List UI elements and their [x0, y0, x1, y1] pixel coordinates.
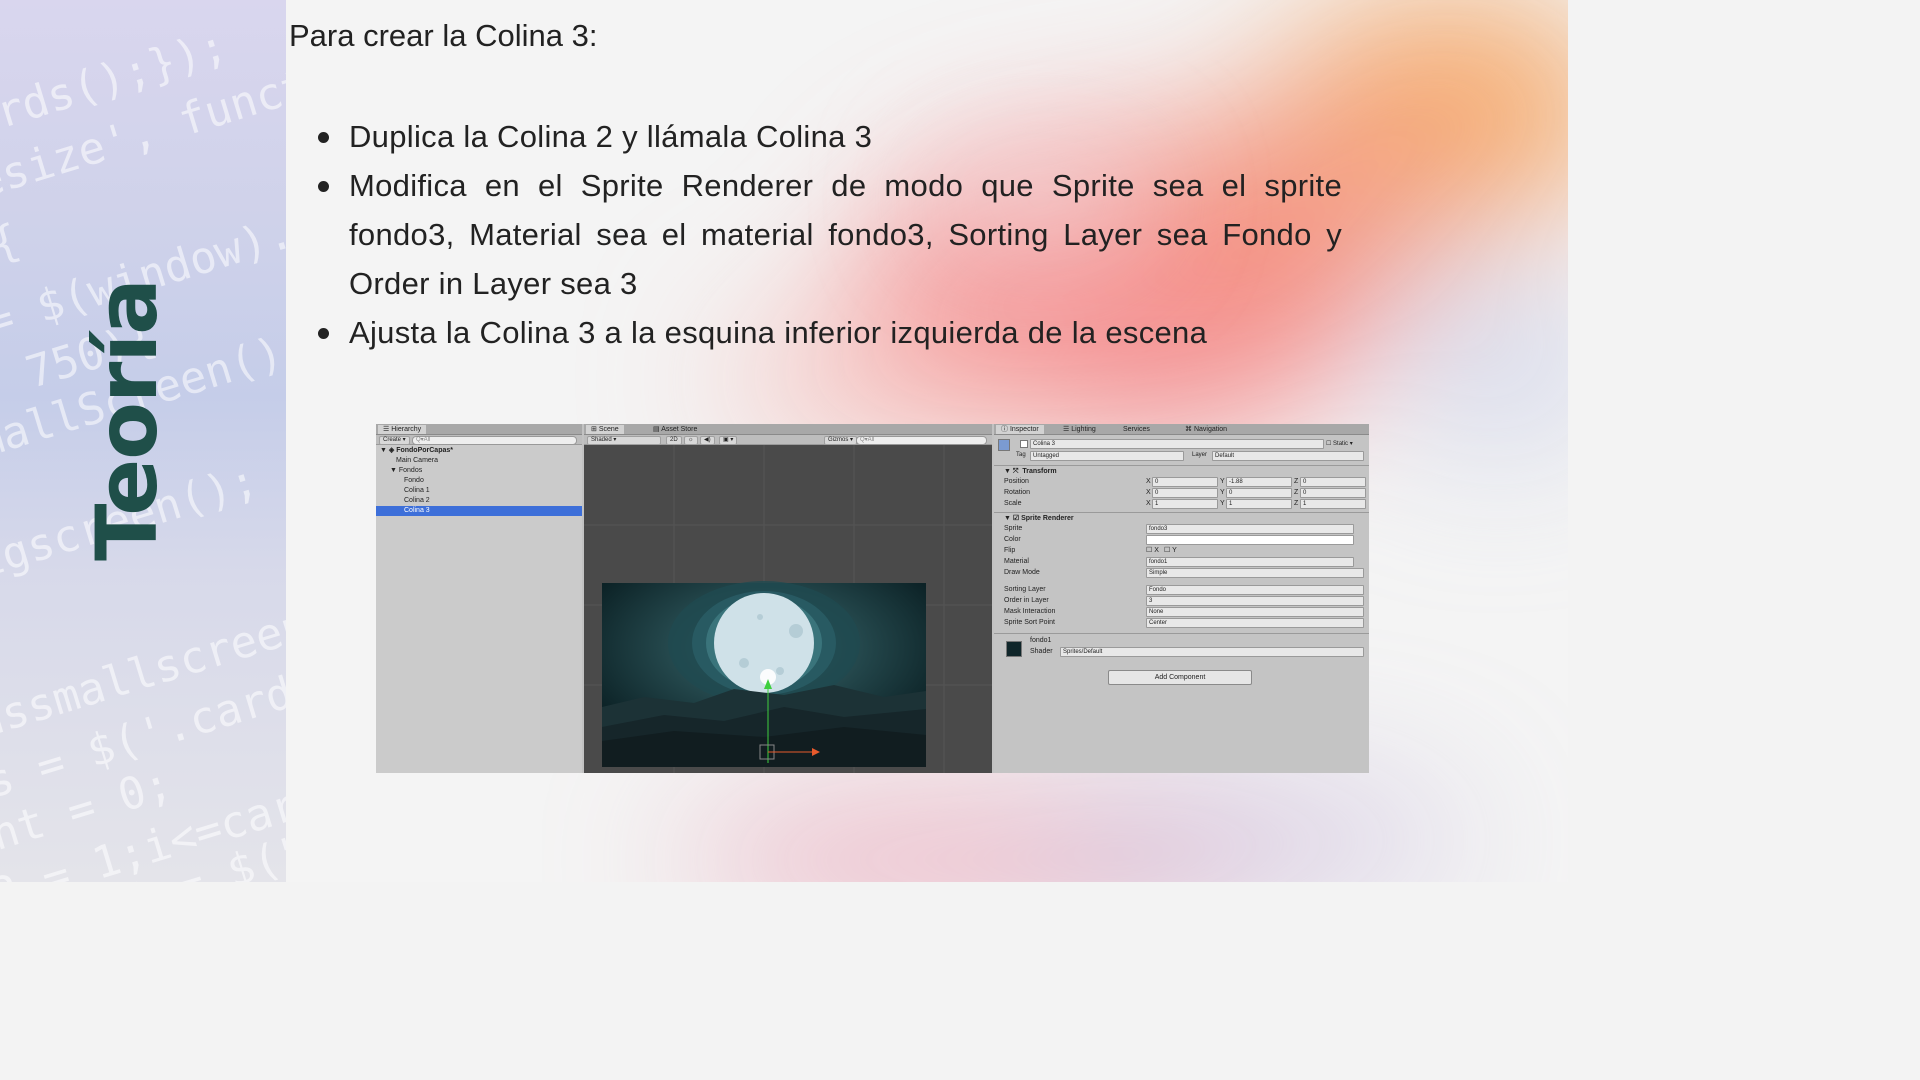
shading-dropdown[interactable]: Shaded ▾ [587, 436, 661, 445]
inspector-panel: ⓘ Inspector ☰ Lighting Services ⌘ Naviga… [994, 424, 1369, 773]
scene-tabbar: ⊞ Scene ▤ Asset Store [584, 424, 992, 435]
draw-mode-row: Draw Mode Simple [994, 567, 1369, 578]
layer-label: Layer [1192, 452, 1208, 458]
order-in-layer-field[interactable]: 3 [1146, 596, 1364, 606]
hierarchy-item-fondo[interactable]: Fondo [376, 476, 582, 486]
material-icon [1006, 641, 1022, 657]
scene-panel: ⊞ Scene ▤ Asset Store Shaded ▾ 2D ☼ ◀) ▣… [584, 424, 992, 773]
section-title-text: Teoría [78, 279, 176, 561]
gameobject-icon [998, 439, 1010, 451]
rotation-y-field[interactable]: 0 [1226, 488, 1292, 498]
tag-dropdown[interactable]: Untagged [1030, 451, 1184, 461]
code-line: ){ [0, 214, 26, 279]
position-x-field[interactable]: 0 [1152, 477, 1218, 487]
material-section: fondo1 Shader Sprites/Default [994, 633, 1369, 662]
scale-z-field[interactable]: 1 [1300, 499, 1366, 509]
color-row: Color [994, 534, 1369, 545]
list-item: Duplica la Colina 2 y llámala Colina 3 [318, 112, 1342, 161]
scale-y-field[interactable]: 1 [1226, 499, 1292, 509]
shader-dropdown[interactable]: Sprites/Default [1060, 647, 1364, 657]
create-button[interactable]: Create ▾ [379, 436, 410, 445]
position-y-field[interactable]: -1.88 [1226, 477, 1292, 487]
position-z-field[interactable]: 0 [1300, 477, 1366, 487]
sprite-sort-point-dropdown[interactable]: Center [1146, 618, 1364, 628]
tab-inspector[interactable]: ⓘ Inspector [996, 425, 1044, 434]
audio-toggle-icon[interactable]: ◀) [700, 436, 715, 445]
hierarchy-item-colina-3[interactable]: Colina 3 [376, 506, 582, 516]
scale-row: Scale X1 Y1 Z1 [994, 498, 1369, 509]
hierarchy-panel: ☰ Hierarchy Create ▾ Q▾All ▼ ◈ FondoPorC… [376, 424, 582, 773]
color-swatch[interactable] [1146, 535, 1354, 545]
material-field[interactable]: fondo1 [1146, 557, 1354, 567]
sorting-layer-dropdown[interactable]: Fondo [1146, 585, 1364, 595]
flip-row: Flip ☐ X ☐ Y [1004, 545, 1177, 556]
instruction-list: Duplica la Colina 2 y llámala Colina 3 M… [318, 112, 1342, 357]
unity-editor-screenshot: ☰ Hierarchy Create ▾ Q▾All ▼ ◈ FondoPorC… [376, 424, 1369, 773]
section-title: Teoría [72, 279, 182, 561]
flip-y-checkbox[interactable]: ☐ Y [1164, 545, 1177, 556]
active-checkbox[interactable] [1020, 440, 1028, 448]
tab-scene[interactable]: ⊞ Scene [586, 425, 624, 434]
layer-dropdown[interactable]: Default [1212, 451, 1364, 461]
hierarchy-item-main-camera[interactable]: Main Camera [376, 456, 582, 466]
tab-services[interactable]: Services [1118, 425, 1155, 434]
list-item: Ajusta la Colina 3 a la esquina inferior… [318, 308, 1342, 357]
tab-asset-store[interactable]: ▤ Asset Store [648, 425, 702, 434]
tab-hierarchy[interactable]: ☰ Hierarchy [378, 425, 427, 434]
material-name: fondo1 [1030, 637, 1052, 644]
sprite-field[interactable]: fondo3 [1146, 524, 1354, 534]
position-row: Position X0 Y -1.88 Z0 [994, 476, 1369, 487]
object-name-field[interactable]: Colina 3 [1030, 439, 1324, 449]
rotation-z-field[interactable]: 0 [1300, 488, 1366, 498]
rotation-row: Rotation X0 Y0 Z0 [994, 487, 1369, 498]
static-toggle[interactable]: ☐ Static ▾ [1326, 440, 1353, 447]
flip-x-checkbox[interactable]: ☐ X [1146, 545, 1159, 556]
scene-toolbar: Shaded ▾ 2D ☼ ◀) ▣ ▾ Gizmos ▾ Q▾All [584, 435, 992, 445]
mode-2d-toggle[interactable]: 2D [666, 436, 682, 445]
sorting-layer-row: Sorting Layer Fondo [994, 584, 1369, 595]
hierarchy-item-colina-2[interactable]: Colina 2 [376, 496, 582, 506]
sidebar-panel: rds();}); esize', functi ){ = $(window).… [0, 0, 286, 882]
material-row: Material fondo1 [994, 556, 1369, 567]
scene-viewport[interactable] [584, 445, 992, 773]
sprite-sort-point-row: Sprite Sort Point Center [994, 617, 1369, 628]
hierarchy-search-input[interactable]: Q▾All [412, 436, 577, 445]
add-component-button[interactable]: Add Component [1108, 670, 1252, 685]
inspector-tabbar: ⓘ Inspector ☰ Lighting Services ⌘ Naviga… [994, 424, 1369, 435]
gizmos-dropdown[interactable]: Gizmos ▾ [824, 436, 858, 445]
order-in-layer-row: Order in Layer 3 [994, 595, 1369, 606]
shader-label: Shader [1030, 648, 1053, 655]
lighting-toggle-icon[interactable]: ☼ [684, 436, 698, 445]
hierarchy-item-colina-1[interactable]: Colina 1 [376, 486, 582, 496]
draw-mode-dropdown[interactable]: Simple [1146, 568, 1364, 578]
mask-interaction-dropdown[interactable]: None [1146, 607, 1364, 617]
scene-search-input[interactable]: Q▾All [856, 436, 987, 445]
tag-label: Tag [1016, 452, 1026, 458]
hierarchy-item-fondos[interactable]: ▼ Fondos [376, 466, 582, 476]
mask-interaction-row: Mask Interaction None [994, 606, 1369, 617]
tab-navigation[interactable]: ⌘ Navigation [1180, 425, 1232, 434]
sprite-row: Sprite fondo3 [994, 523, 1369, 534]
hierarchy-tabbar: ☰ Hierarchy [376, 424, 582, 435]
tab-lighting[interactable]: ☰ Lighting [1058, 425, 1101, 434]
effects-toggle-icon[interactable]: ▣ ▾ [719, 436, 738, 445]
rotation-x-field[interactable]: 0 [1152, 488, 1218, 498]
hierarchy-toolbar: Create ▾ Q▾All [376, 435, 582, 445]
scale-x-field[interactable]: 1 [1152, 499, 1218, 509]
page-heading: Para crear la Colina 3: [289, 18, 598, 53]
scene-root-item[interactable]: ▼ ◈ FondoPorCapas* [376, 446, 582, 456]
list-item: Modifica en el Sprite Renderer de modo q… [318, 161, 1342, 308]
